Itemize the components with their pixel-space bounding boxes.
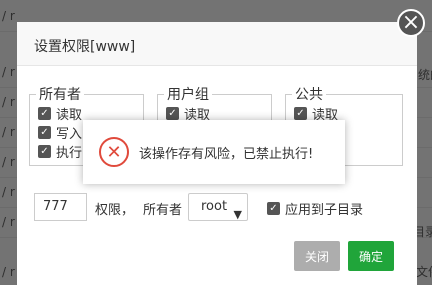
owner-select-label: 所有者 (143, 203, 183, 218)
owner-select[interactable]: root ▼ (188, 193, 248, 221)
group-legend: 用户组 (167, 87, 209, 103)
error-icon: ✕ (99, 137, 129, 167)
owner-select-value: root (201, 199, 228, 214)
checkbox-checked-icon: ✓ (38, 126, 51, 139)
apply-subdir-checkbox[interactable]: ✓ 应用到子目录 (267, 199, 363, 218)
checkbox-checked-icon: ✓ (294, 107, 307, 120)
close-button[interactable]: 关闭 (294, 241, 340, 271)
checkbox-checked-icon: ✓ (38, 107, 51, 120)
checkbox-checked-icon: ✓ (166, 107, 179, 120)
dialog-header: 设置权限[www] (17, 22, 417, 66)
toast-message: 该操作存有风险，已禁止执行! (139, 147, 314, 162)
confirm-button[interactable]: 确定 (348, 241, 394, 271)
public-legend: 公共 (295, 87, 323, 103)
error-toast: ✕ 该操作存有风险，已禁止执行! (83, 120, 345, 184)
dialog-title: 设置权限[www] (34, 39, 136, 55)
permission-value-input[interactable]: 777 (34, 193, 87, 221)
permission-label: 权限， (95, 203, 135, 218)
checkbox-checked-icon: ✓ (267, 202, 280, 215)
owner-legend: 所有者 (39, 87, 81, 103)
chevron-down-icon: ▼ (233, 208, 242, 221)
close-icon[interactable]: × (397, 9, 425, 37)
checkbox-checked-icon: ✓ (38, 145, 51, 158)
